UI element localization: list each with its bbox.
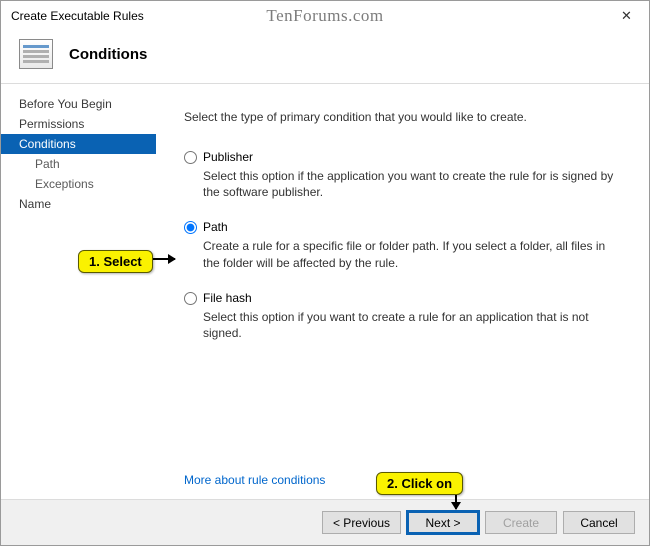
next-button[interactable]: Next > bbox=[407, 511, 479, 534]
page-icon bbox=[19, 39, 53, 69]
wizard-window: Create Executable Rules TenForums.com ✕ … bbox=[0, 0, 650, 546]
sidebar-item-conditions[interactable]: Conditions bbox=[1, 134, 156, 154]
radio-filehash-desc: Select this option if you want to create… bbox=[203, 309, 625, 341]
radio-filehash-label[interactable]: File hash bbox=[203, 291, 252, 305]
sidebar-item-exceptions[interactable]: Exceptions bbox=[1, 174, 156, 194]
sidebar-item-name[interactable]: Name bbox=[1, 194, 156, 214]
sidebar-item-path[interactable]: Path bbox=[1, 154, 156, 174]
wizard-sidebar: Before You Begin Permissions Conditions … bbox=[1, 84, 156, 499]
window-title: Create Executable Rules bbox=[11, 9, 144, 23]
close-icon: ✕ bbox=[621, 8, 632, 24]
wizard-footer: < Previous Next > Create Cancel bbox=[1, 499, 649, 545]
close-button[interactable]: ✕ bbox=[604, 1, 649, 31]
wizard-body: Before You Begin Permissions Conditions … bbox=[1, 84, 649, 499]
radio-path-desc: Create a rule for a specific file or fol… bbox=[203, 238, 625, 270]
sidebar-item-before-you-begin[interactable]: Before You Begin bbox=[1, 94, 156, 114]
create-button: Create bbox=[485, 511, 557, 534]
radio-path-label[interactable]: Path bbox=[203, 220, 228, 234]
more-about-link[interactable]: More about rule conditions bbox=[184, 473, 325, 487]
titlebar: Create Executable Rules TenForums.com ✕ bbox=[1, 1, 649, 31]
wizard-header: Conditions bbox=[1, 31, 649, 84]
intro-text: Select the type of primary condition tha… bbox=[184, 110, 625, 124]
page-title: Conditions bbox=[69, 46, 147, 63]
wizard-content: Select the type of primary condition tha… bbox=[156, 84, 649, 499]
radio-path[interactable] bbox=[184, 221, 197, 234]
cancel-button[interactable]: Cancel bbox=[563, 511, 635, 534]
option-publisher-row: Publisher bbox=[184, 150, 625, 164]
radio-publisher-desc: Select this option if the application yo… bbox=[203, 168, 625, 200]
radio-publisher[interactable] bbox=[184, 151, 197, 164]
option-filehash-row: File hash bbox=[184, 291, 625, 305]
annotation-step1: 1. Select bbox=[78, 250, 153, 273]
previous-button[interactable]: < Previous bbox=[322, 511, 401, 534]
annotation-step2: 2. Click on bbox=[376, 472, 463, 495]
watermark-text: TenForums.com bbox=[266, 6, 383, 26]
option-path-row: Path bbox=[184, 220, 625, 234]
radio-publisher-label[interactable]: Publisher bbox=[203, 150, 253, 164]
annotation-arrow-2 bbox=[455, 493, 457, 509]
radio-filehash[interactable] bbox=[184, 292, 197, 305]
sidebar-item-permissions[interactable]: Permissions bbox=[1, 114, 156, 134]
